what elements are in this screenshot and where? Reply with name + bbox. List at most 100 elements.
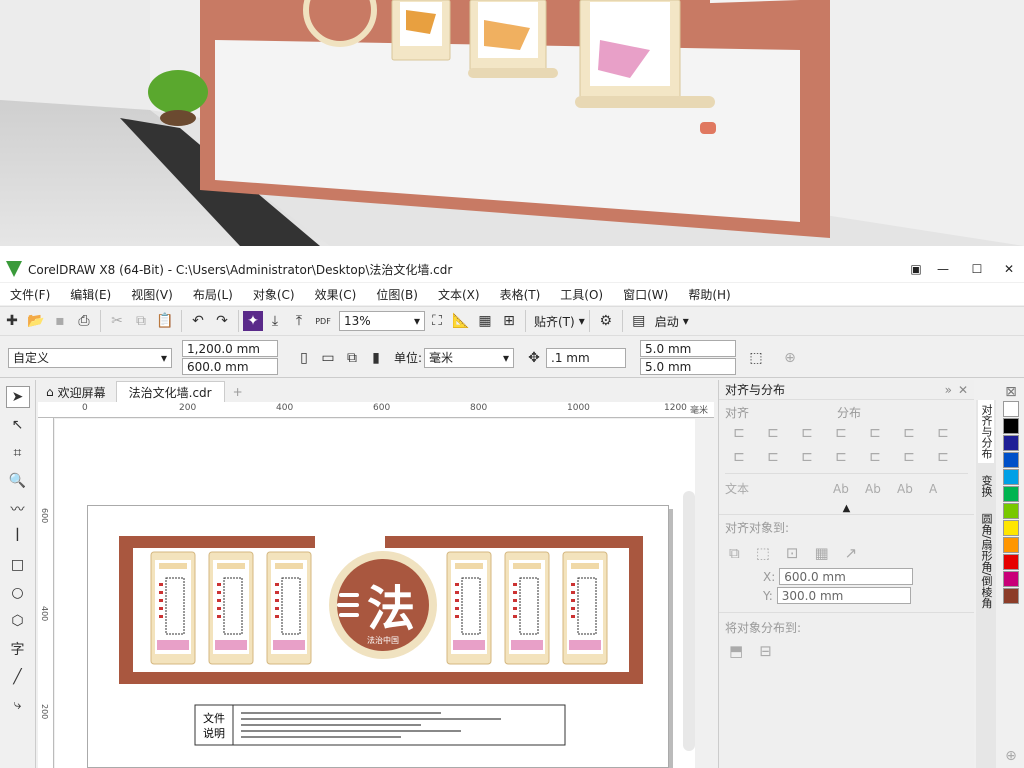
menu-item-1[interactable]: 编辑(E) [60, 286, 121, 303]
landscape-icon[interactable]: ▭ [316, 347, 340, 369]
align-bottom-icon[interactable]: ⊏ [795, 449, 819, 465]
align-left-icon[interactable]: ⊏ [727, 425, 751, 441]
menu-item-0[interactable]: 文件(F) [0, 286, 60, 303]
text-tool-icon[interactable]: 字 [6, 638, 30, 660]
units-select[interactable]: 毫米 ▾ [424, 347, 515, 368]
text-align-2-icon[interactable]: Ab [865, 482, 897, 496]
zoom-level-field[interactable]: 13% ▾ [339, 311, 425, 331]
menu-item-11[interactable]: 帮助(H) [678, 286, 740, 303]
current-page-icon[interactable]: ▮ [364, 347, 388, 369]
no-color-swatch[interactable]: ⊠ [1005, 384, 1017, 400]
crop-tool-icon[interactable]: ⌗ [6, 442, 30, 464]
pick-tool-icon[interactable]: ➤ [5, 386, 30, 408]
new-document-icon[interactable]: ✚ [0, 310, 24, 332]
dist-center-icon[interactable]: ⊏ [863, 425, 887, 441]
page-height-field[interactable]: 600.0 mm [182, 358, 278, 375]
page-preset-select[interactable]: 自定义 ▾ [8, 347, 172, 368]
tab-document[interactable]: 法治文化墙.cdr [115, 380, 225, 404]
menu-item-8[interactable]: 表格(T) [490, 286, 551, 303]
close-button[interactable]: ✕ [994, 262, 1024, 276]
duplicate-y-field[interactable]: 5.0 mm [640, 358, 737, 375]
polygon-tool-icon[interactable]: ⬡ [6, 610, 30, 632]
open-icon[interactable]: 📂 [24, 310, 48, 332]
portrait-icon[interactable]: ▯ [292, 347, 316, 369]
color-swatch[interactable] [1003, 435, 1019, 451]
redo-icon[interactable]: ↷ [210, 310, 234, 332]
menu-item-5[interactable]: 效果(C) [305, 286, 367, 303]
menu-item-10[interactable]: 窗口(W) [613, 286, 678, 303]
publish-pdf-icon[interactable]: PDF [311, 310, 335, 332]
side-tab-align[interactable]: 对齐与分布 [978, 400, 994, 463]
dist-top-icon[interactable]: ⊏ [829, 449, 853, 465]
account-icon[interactable]: ▣ [906, 262, 926, 276]
shape-tool-icon[interactable]: ↖ [6, 414, 30, 436]
color-swatch[interactable] [1003, 503, 1019, 519]
align-center-v-icon[interactable]: ⊏ [761, 449, 785, 465]
save-icon[interactable]: ▪ [48, 310, 72, 332]
search-content-icon[interactable]: ✦ [243, 311, 263, 331]
color-swatch[interactable] [1003, 571, 1019, 587]
page-border-icon[interactable]: ⬚ [744, 347, 768, 369]
ellipse-tool-icon[interactable]: ○ [6, 582, 30, 604]
grid-align-icon[interactable]: ▦ [814, 544, 828, 562]
distribute-selection-icon[interactable]: ⬒ [729, 642, 743, 660]
page-edge-icon[interactable]: ⬚ [756, 544, 770, 562]
dist-spacing-v-icon[interactable]: ⊏ [931, 449, 955, 465]
grid-icon[interactable]: ▦ [473, 310, 497, 332]
color-swatch[interactable] [1003, 486, 1019, 502]
export-icon[interactable]: ⤒ [287, 310, 311, 332]
distribute-page-icon[interactable]: ⊟ [759, 642, 772, 660]
rulers-icon[interactable]: 📐 [449, 310, 473, 332]
duplicate-x-field[interactable]: 5.0 mm [640, 340, 737, 357]
collapse-arrow-icon[interactable]: ▲ [719, 503, 974, 514]
color-swatch[interactable] [1003, 401, 1019, 417]
import-icon[interactable]: ⤓ [263, 310, 287, 332]
text-align-3-icon[interactable]: Ab [897, 482, 929, 496]
color-swatch[interactable] [1003, 418, 1019, 434]
menu-item-3[interactable]: 布局(L) [183, 286, 243, 303]
print-icon[interactable]: ⎙ [72, 310, 96, 332]
dist-bottom-icon[interactable]: ⊏ [897, 449, 921, 465]
full-screen-icon[interactable]: ⛶ [425, 310, 449, 332]
all-pages-icon[interactable]: ⧉ [340, 347, 364, 369]
dist-left-icon[interactable]: ⊏ [829, 425, 853, 441]
copy-icon[interactable]: ⧉ [129, 310, 153, 332]
new-tab-icon[interactable]: + [227, 385, 249, 399]
dist-right-icon[interactable]: ⊏ [897, 425, 921, 441]
align-center-h-icon[interactable]: ⊏ [761, 425, 785, 441]
rectangle-tool-icon[interactable]: □ [6, 554, 30, 576]
color-swatch[interactable] [1003, 588, 1019, 604]
text-align-1-icon[interactable]: Ab [833, 482, 865, 496]
align-x-field[interactable]: 600.0 mm [779, 568, 914, 585]
color-swatch[interactable] [1003, 554, 1019, 570]
menu-item-2[interactable]: 视图(V) [121, 286, 183, 303]
dist-spacing-h-icon[interactable]: ⊏ [931, 425, 955, 441]
page-center-icon[interactable]: ⊡ [786, 544, 799, 562]
dist-middle-icon[interactable]: ⊏ [863, 449, 887, 465]
tab-welcome[interactable]: ⌂ 欢迎屏幕 [38, 382, 114, 403]
add-icon[interactable]: ⊕ [778, 347, 802, 369]
docker-close-icon[interactable]: ✕ [958, 383, 968, 397]
vertical-ruler[interactable]: 600 400 200 [38, 418, 54, 768]
paste-icon[interactable]: 📋 [153, 310, 177, 332]
specified-point-icon[interactable]: ↗ [845, 544, 858, 562]
maximize-button[interactable]: ☐ [960, 262, 994, 276]
align-right-icon[interactable]: ⊏ [795, 425, 819, 441]
dimension-tool-icon[interactable]: ╱ [6, 666, 30, 688]
launch-dropdown[interactable]: 启动 [651, 313, 683, 330]
add-color-icon[interactable]: ⊕ [1005, 748, 1017, 764]
snap-to-dropdown[interactable]: 贴齐(T) [530, 313, 579, 330]
color-swatch[interactable] [1003, 520, 1019, 536]
undo-icon[interactable]: ↶ [186, 310, 210, 332]
text-align-4-icon[interactable]: A [929, 482, 959, 496]
color-swatch[interactable] [1003, 469, 1019, 485]
menu-item-4[interactable]: 对象(C) [243, 286, 305, 303]
page-width-field[interactable]: 1,200.0 mm [182, 340, 278, 357]
align-y-field[interactable]: 300.0 mm [776, 587, 911, 604]
cut-icon[interactable]: ✂ [105, 310, 129, 332]
color-swatch[interactable] [1003, 537, 1019, 553]
active-object-icon[interactable]: ⧉ [729, 544, 740, 562]
zoom-tool-icon[interactable]: 🔍 [6, 470, 30, 492]
side-tab-fillet[interactable]: 圆角/扇形角/倒棱角 [978, 509, 994, 612]
nudge-distance-field[interactable]: .1 mm [546, 347, 627, 368]
